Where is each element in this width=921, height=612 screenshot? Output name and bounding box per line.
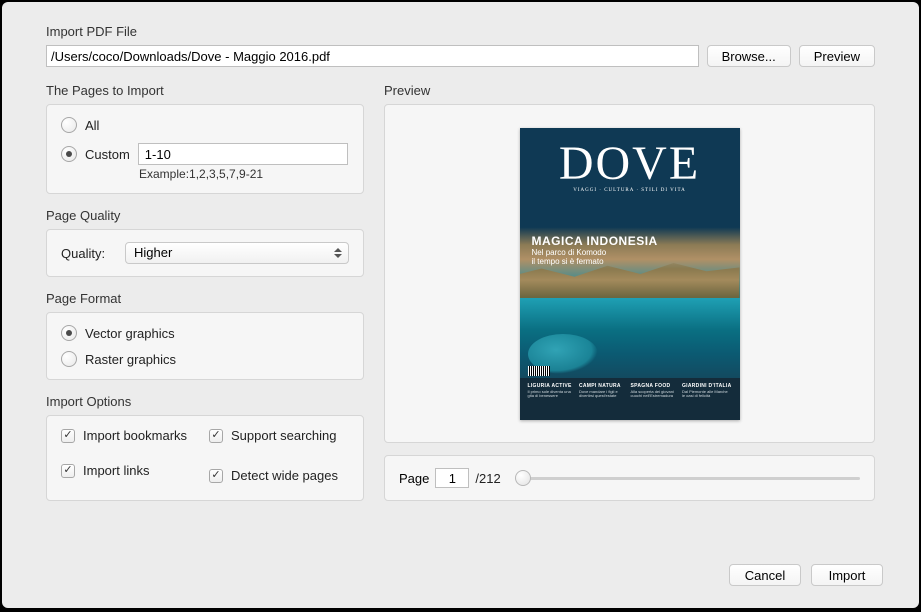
- pages-all-label: All: [85, 118, 99, 133]
- vector-label: Vector graphics: [85, 326, 175, 341]
- cover-col4-t: GIARDINI D'ITALIA: [682, 383, 732, 389]
- raster-label: Raster graphics: [85, 352, 176, 367]
- pages-example-text: Example:1,2,3,5,7,9-21: [139, 167, 349, 181]
- preview-button[interactable]: Preview: [799, 45, 875, 67]
- cover-barcode: [528, 366, 550, 376]
- raster-radio[interactable]: [61, 351, 77, 367]
- pages-to-import-title: The Pages to Import: [46, 83, 364, 98]
- cover-headline: MAGICA INDONESIA Nel parco di Komodo il …: [532, 234, 658, 267]
- preview-title: Preview: [384, 83, 875, 98]
- pager: Page /212: [384, 455, 875, 501]
- vector-radio[interactable]: [61, 325, 77, 341]
- quality-select[interactable]: Higher: [125, 242, 349, 264]
- page-format-group: Vector graphics Raster graphics: [46, 312, 364, 380]
- cover-bottombar: LIGURIA ACTIVEIl primo sole diventa una …: [520, 378, 740, 420]
- links-checkbox[interactable]: [61, 464, 75, 478]
- slider-thumb[interactable]: [515, 470, 531, 486]
- cover-masthead: DOVE VIAGGI · CULTURA · STILI DI VITA: [520, 140, 740, 193]
- pages-custom-label: Custom: [85, 147, 130, 162]
- quality-label: Quality:: [61, 246, 115, 261]
- import-options-title: Import Options: [46, 394, 364, 409]
- page-total: /212: [475, 471, 500, 486]
- cover-col3-t: SPAGNA FOOD: [630, 383, 675, 389]
- bookmarks-checkbox[interactable]: [61, 429, 75, 443]
- searching-checkbox[interactable]: [209, 429, 223, 443]
- links-label: Import links: [83, 463, 149, 478]
- browse-button[interactable]: Browse...: [707, 45, 791, 67]
- cover-col1-d: Il primo sole diventa una gita di beness…: [528, 390, 573, 400]
- pages-all-radio[interactable]: [61, 117, 77, 133]
- searching-label: Support searching: [231, 428, 337, 443]
- page-number-input[interactable]: [435, 468, 469, 488]
- import-button[interactable]: Import: [811, 564, 883, 586]
- filepath-input[interactable]: [46, 45, 699, 67]
- cover-col4-d: Dal Piemonte alle Marche le oasi di feli…: [682, 390, 732, 400]
- preview-thumbnail: DOVE VIAGGI · CULTURA · STILI DI VITA MA…: [520, 128, 740, 420]
- wide-label: Detect wide pages: [231, 468, 338, 483]
- pages-custom-radio[interactable]: [61, 146, 77, 162]
- page-label: Page: [399, 471, 429, 486]
- page-quality-title: Page Quality: [46, 208, 364, 223]
- import-options-group: Import bookmarks Support searching Impor…: [46, 415, 364, 501]
- cover-masthead-text: DOVE: [520, 140, 740, 188]
- preview-area: DOVE VIAGGI · CULTURA · STILI DI VITA MA…: [384, 104, 875, 443]
- dialog-title: Import PDF File: [46, 24, 875, 39]
- slider-track: [515, 477, 860, 480]
- cover-col3-d: Alla scoperta dei giovani cuochi nell'Es…: [630, 390, 675, 400]
- cover-headline-sub2: il tempo si è fermato: [532, 257, 658, 267]
- cover-col1-t: LIGURIA ACTIVE: [528, 383, 573, 389]
- cover-headline-sub1: Nel parco di Komodo: [532, 248, 658, 258]
- cover-headline-main: MAGICA INDONESIA: [532, 234, 658, 248]
- pages-to-import-group: All Custom Example:1,2,3,5,7,9-21: [46, 104, 364, 194]
- page-format-title: Page Format: [46, 291, 364, 306]
- dialog-window: Import PDF File Browse... Preview The Pa…: [2, 2, 919, 608]
- cover-masthead-sub: VIAGGI · CULTURA · STILI DI VITA: [520, 188, 740, 193]
- cancel-button[interactable]: Cancel: [729, 564, 801, 586]
- pages-custom-input[interactable]: [138, 143, 348, 165]
- cover-col2-t: CAMPI NATURA: [579, 383, 624, 389]
- cover-col2-d: Dove mandare i figli e divertirsi quest'…: [579, 390, 624, 400]
- wide-checkbox[interactable]: [209, 469, 223, 483]
- page-quality-group: Quality: Higher: [46, 229, 364, 277]
- bookmarks-label: Import bookmarks: [83, 428, 187, 443]
- page-slider[interactable]: [515, 470, 860, 486]
